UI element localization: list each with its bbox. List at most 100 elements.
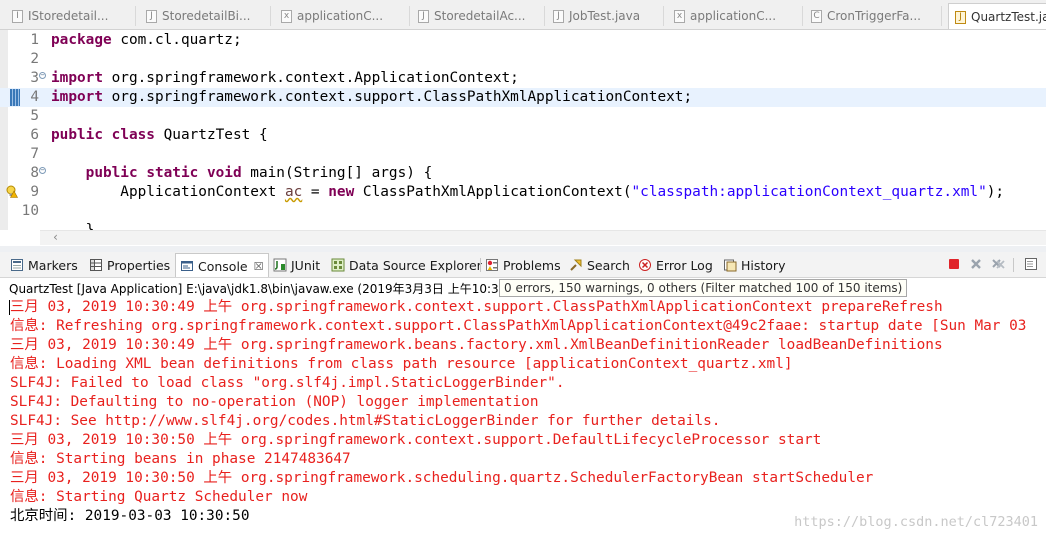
- editor-tab-applicationcontext-2[interactable]: x applicationC...: [674, 6, 803, 26]
- editor-horizontal-scrollbar[interactable]: ‹: [40, 230, 1046, 245]
- code-text: import org.springframework.context.suppo…: [51, 88, 692, 107]
- fold-toggle-icon[interactable]: −: [39, 72, 46, 79]
- tab-markers[interactable]: Markers: [10, 256, 78, 274]
- console-icon: [181, 261, 193, 271]
- history-icon: [724, 259, 737, 272]
- java-file-icon: J: [955, 10, 966, 24]
- chevron-left-icon[interactable]: ‹: [52, 230, 59, 244]
- editor-tab-storedetailaction[interactable]: J StoredetailAc...: [418, 6, 545, 26]
- tab-label: Problems: [503, 257, 561, 273]
- code-line[interactable]: 4 import org.springframework.context.supp…: [0, 88, 1046, 107]
- java-file-icon: J: [553, 9, 564, 23]
- data-source-explorer-icon: [331, 258, 345, 272]
- line-number: 10: [21, 203, 39, 219]
- class-file-icon: C: [811, 9, 822, 23]
- code-token: QuartzTest {: [154, 127, 268, 143]
- fold-toggle-icon[interactable]: −: [39, 167, 46, 174]
- code-line[interactable]: 10: [0, 202, 1046, 221]
- console-stderr-line: SLF4J: Failed to load class "org.slf4j.i…: [10, 375, 565, 391]
- console-stderr-line: 三月 03, 2019 10:30:49 上午 org.springframew…: [10, 299, 943, 315]
- keyword-token: static: [146, 165, 199, 181]
- line-number: 7: [30, 146, 39, 162]
- tab-label: Data Source Explorer: [349, 257, 482, 273]
- tab-problems[interactable]: Problems: [485, 256, 561, 274]
- warned-variable-token: ac: [284, 184, 303, 200]
- console-stderr-line: 信息: Starting beans in phase 2147483647: [10, 451, 351, 467]
- editor-tab-crontriggerfactory[interactable]: C CronTriggerFa...: [811, 6, 942, 26]
- tab-label: JUnit: [291, 257, 321, 273]
- terminate-icon[interactable]: [947, 257, 961, 271]
- line-number: 1: [30, 32, 39, 48]
- code-token: org.springframework.context.ApplicationC…: [102, 70, 519, 86]
- editor-tab-quartztest[interactable]: J QuartzTest.ja: [948, 3, 1046, 29]
- editor-tab-bar: I IStoredetail... J StoredetailBi... x a…: [0, 0, 1046, 30]
- code-line[interactable]: 5: [0, 107, 1046, 126]
- console-stderr-line: 信息: Starting Quartz Scheduler now: [10, 489, 308, 505]
- tab-label: Search: [587, 257, 630, 273]
- tab-history[interactable]: History: [723, 256, 785, 274]
- editor-tab-label: applicationC...: [690, 9, 777, 23]
- editor-tab-jobtest[interactable]: J JobTest.java: [553, 6, 664, 26]
- code-text: import org.springframework.context.Appli…: [51, 69, 519, 88]
- code-line[interactable]: 9 ApplicationContext ac = new ClassPathX…: [0, 183, 1046, 202]
- code-line[interactable]: 3− import org.springframework.context.App…: [0, 69, 1046, 88]
- junit-icon: [273, 258, 287, 272]
- console-stderr-line: 三月 03, 2019 10:30:49 上午 org.springframew…: [10, 337, 943, 353]
- string-token: "classpath:applicationContext_quartz.xml…: [631, 184, 987, 200]
- remove-launch-icon[interactable]: [969, 257, 983, 271]
- code-token: ClassPathXmlApplicationContext(: [354, 184, 632, 200]
- tab-error-log[interactable]: Error Log: [638, 256, 713, 274]
- tab-properties[interactable]: Properties: [89, 256, 170, 274]
- editor-tab-storedetailbiz[interactable]: J StoredetailBi...: [146, 6, 271, 26]
- code-editor[interactable]: 1 package com.cl.quartz; 2 3− import org.spr…: [0, 30, 1046, 246]
- console-stderr-line: 信息: Refreshing org.springframework.conte…: [10, 318, 1027, 334]
- xml-file-icon: x: [674, 9, 685, 23]
- console-process-description: QuartzTest [Java Application] E:\java\jd…: [9, 282, 518, 296]
- editor-tab-applicationcontext-1[interactable]: x applicationC...: [281, 6, 410, 26]
- console-stderr-line: 三月 03, 2019 10:30:50 上午 org.springframew…: [10, 432, 822, 448]
- editor-tab-label: StoredetailBi...: [162, 9, 251, 23]
- code-token: );: [986, 184, 1005, 200]
- keyword-token: package: [51, 32, 112, 48]
- xml-file-icon: x: [281, 9, 292, 23]
- code-text: package com.cl.quartz;: [51, 31, 242, 50]
- editor-tab-istoredetail[interactable]: I IStoredetail...: [12, 6, 136, 26]
- code-text: ApplicationContext ac = new ClassPathXml…: [51, 183, 1004, 202]
- java-interface-file-icon: I: [12, 9, 23, 23]
- code-line[interactable]: 2: [0, 50, 1046, 69]
- tab-label: Properties: [107, 257, 171, 273]
- keyword-token: void: [206, 165, 242, 181]
- code-token: org.springframework.context.support.Clas…: [102, 89, 693, 105]
- console-header: QuartzTest [Java Application] E:\java\jd…: [0, 278, 1046, 297]
- keyword-token: new: [328, 184, 355, 200]
- code-line[interactable]: 1 package com.cl.quartz;: [0, 31, 1046, 50]
- code-line[interactable]: 7: [0, 145, 1046, 164]
- code-token: main(String[] args) {: [241, 165, 433, 181]
- line-number: 4: [30, 89, 39, 105]
- clear-console-icon[interactable]: [1024, 257, 1038, 271]
- line-number: 8: [30, 165, 39, 181]
- editor-tab-label: QuartzTest.ja: [971, 10, 1046, 24]
- tab-junit[interactable]: JUnit: [273, 256, 320, 274]
- console-output[interactable]: 三月 03, 2019 10:30:49 上午 org.springframew…: [0, 298, 1046, 540]
- tab-search[interactable]: Search: [569, 256, 630, 274]
- code-text: public static void main(String[] args) {: [51, 164, 433, 183]
- editor-tab-label: CronTriggerFa...: [827, 9, 921, 23]
- tab-console[interactable]: Console ☒: [175, 253, 269, 277]
- keyword-token: class: [111, 127, 155, 143]
- remove-all-launches-icon[interactable]: [991, 257, 1005, 271]
- code-line[interactable]: 8− public static void main(String[] args…: [0, 164, 1046, 183]
- tab-data-source-explorer[interactable]: Data Source Explorer: [331, 256, 482, 274]
- line-number: 6: [30, 127, 39, 143]
- console-stdout-line: 北京时间: 2019-03-03 10:30:50: [10, 508, 250, 524]
- line-number: 2: [30, 51, 39, 67]
- problems-icon: [486, 259, 498, 271]
- toolbar-separator: [1013, 258, 1014, 272]
- code-line[interactable]: 6 public class QuartzTest {: [0, 126, 1046, 145]
- close-icon[interactable]: ☒: [254, 260, 264, 273]
- keyword-token: public: [51, 127, 103, 143]
- watermark: https://blog.csdn.net/cl723401: [794, 514, 1038, 530]
- code-token: com.cl.quartz;: [111, 32, 242, 48]
